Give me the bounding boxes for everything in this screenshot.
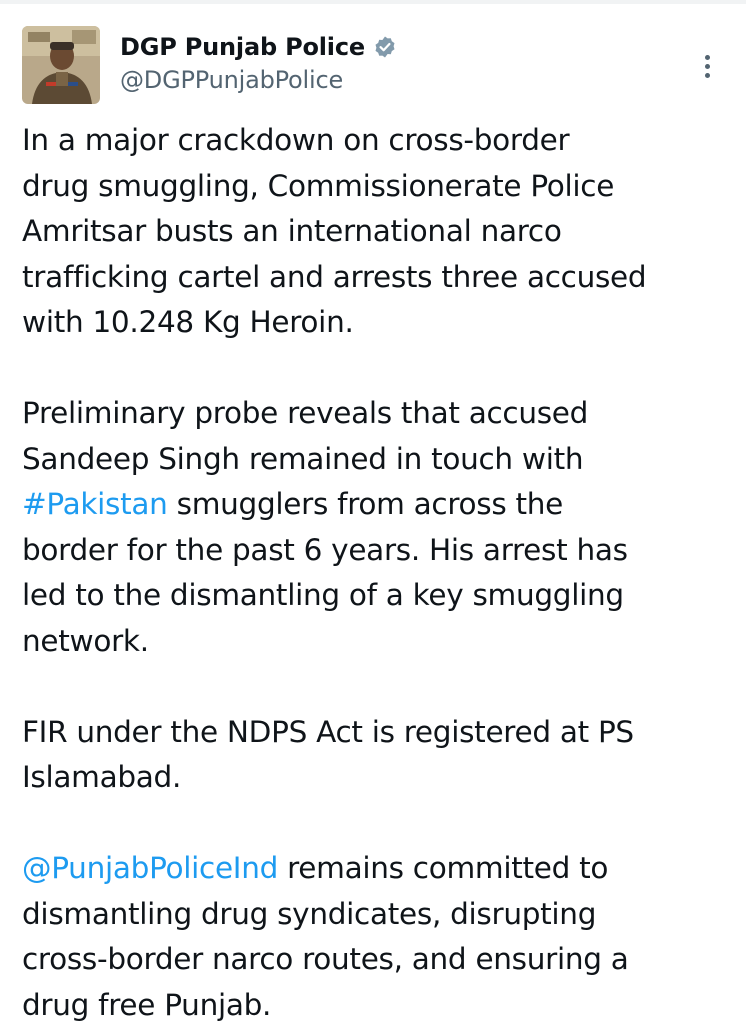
- verified-badge-icon[interactable]: [373, 35, 397, 59]
- tweet-paragraph-3: FIR under the NDPS Act is registered at …: [22, 710, 734, 801]
- avatar[interactable]: [22, 26, 100, 104]
- tweet-header: DGP Punjab Police @DGPPunjabPolice: [22, 26, 722, 106]
- text-line-with-mention: @PunjabPoliceInd remains committed to: [22, 846, 734, 892]
- top-strip: [0, 0, 746, 4]
- more-dot: [704, 63, 710, 69]
- text-line: Amritsar busts an international narco: [22, 214, 562, 248]
- author-display-name[interactable]: DGP Punjab Police: [120, 33, 365, 61]
- more-dot: [704, 54, 710, 60]
- author-handle[interactable]: @DGPPunjabPolice: [120, 66, 397, 94]
- more-dot: [704, 72, 710, 78]
- text-line: with 10.248 Kg Heroin.: [22, 305, 354, 339]
- text-line: led to the dismantling of a key smugglin…: [22, 578, 624, 612]
- text-line: network.: [22, 623, 149, 658]
- text-fragment: remains committed to: [278, 851, 609, 885]
- text-line: FIR under the NDPS Act is registered at …: [22, 714, 634, 749]
- text-line: Sandeep Singh remained in touch with: [22, 441, 584, 476]
- text-line: Islamabad.: [22, 760, 182, 794]
- author-info: DGP Punjab Police @DGPPunjabPolice: [120, 30, 397, 94]
- text-line: border for the past 6 years. His arrest …: [22, 532, 628, 567]
- tweet-paragraph-1: In a major crackdown on cross-border dru…: [22, 118, 734, 346]
- text-line: drug smuggling, Commissionerate Police: [22, 168, 615, 203]
- text-line: In a major crackdown on cross-border: [22, 123, 570, 157]
- avatar-photo: [22, 26, 100, 104]
- text-line: trafficking cartel and arrests three acc…: [22, 259, 647, 294]
- more-vertical-icon[interactable]: [692, 46, 722, 86]
- text-line: Preliminary probe reveals that accused: [22, 396, 589, 430]
- tweet-paragraph-4: @PunjabPoliceInd remains committed to di…: [22, 846, 734, 1024]
- tweet-paragraph-2: Preliminary probe reveals that accused S…: [22, 391, 734, 664]
- text-line: dismantling drug syndicates, disrupting: [22, 896, 597, 931]
- name-row: DGP Punjab Police: [120, 30, 397, 64]
- text-line: drug free Punjab.: [22, 987, 272, 1022]
- text-line-with-hashtag: #Pakistan smugglers from across the: [22, 482, 734, 528]
- text-line: cross-border narco routes, and ensuring …: [22, 942, 629, 976]
- hashtag-link[interactable]: #Pakistan: [22, 487, 168, 521]
- tweet-text: In a major crackdown on cross-border dru…: [22, 118, 734, 1024]
- mention-link[interactable]: @PunjabPoliceInd: [22, 851, 278, 885]
- text-fragment: smugglers from across the: [167, 487, 564, 521]
